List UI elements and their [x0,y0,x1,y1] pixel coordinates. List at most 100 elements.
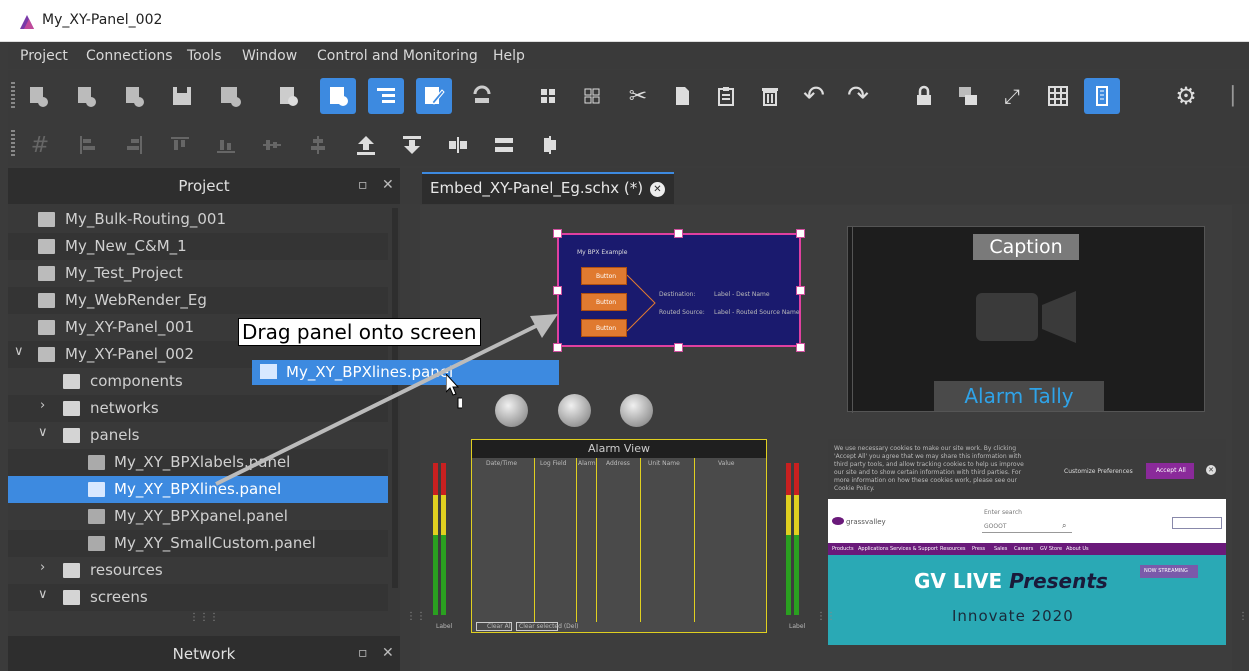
ruler-icon[interactable] [1084,78,1120,114]
chevron-down-icon[interactable]: ∨ [38,587,48,602]
lock-icon[interactable] [906,78,942,114]
center-vertical-icon[interactable] [532,127,568,163]
splitter-handle[interactable]: ⋮⋮⋮ [8,611,400,635]
copy-icon[interactable] [664,78,700,114]
small-grid-icon[interactable] [574,78,610,114]
align-bottom-icon[interactable] [208,127,244,163]
chevron-down-icon[interactable]: ∨ [14,344,24,359]
chevron-down-icon[interactable]: ∨ [38,425,48,440]
bpx-button-3[interactable]: Button [581,319,627,337]
nav-products[interactable]: Products [832,546,854,552]
delete-icon[interactable] [752,78,788,114]
bpx-panel-widget[interactable]: My BPX Example Button Button Button Dest… [557,233,801,347]
menu-window[interactable]: Window [242,48,297,64]
save-as-icon[interactable] [212,78,248,114]
align-middle-icon[interactable] [254,127,290,163]
tree-item[interactable]: My_New_C&M_1 [8,233,388,260]
save-icon[interactable] [164,78,200,114]
web-render-widget[interactable]: We use necessary cookies to make our sit… [828,439,1226,645]
nav-gv-store[interactable]: GV Store [1040,546,1062,552]
menu-tools[interactable]: Tools [187,48,222,64]
nav-applications[interactable]: Applications [858,546,889,552]
more-icon[interactable]: ▏ [1230,78,1248,114]
chevron-right-icon[interactable]: › [40,560,45,575]
grid-align-icon[interactable]: # [22,127,58,163]
resize-handle[interactable] [553,286,562,295]
resize-handle[interactable] [796,286,805,295]
settings-gear-icon[interactable]: ⚙ [1168,78,1204,114]
close-tab-icon[interactable]: ✕ [650,182,665,197]
login-button[interactable] [1172,517,1222,529]
panel-properties-icon[interactable] [320,78,356,114]
grid-toggle-icon[interactable] [1040,78,1076,114]
clear-selected-button[interactable]: Clear selected (Del) [516,622,579,631]
float-icon[interactable]: ▫ [358,177,368,193]
edit-mode-icon[interactable] [416,78,452,114]
distribute-up-icon[interactable] [348,127,384,163]
canvas-grip[interactable]: ⋮⋮ [406,611,426,622]
resize-handle[interactable] [553,229,562,238]
menu-control-monitoring[interactable]: Control and Monitoring [317,48,478,64]
resize-handle[interactable] [674,229,683,238]
tree-item[interactable]: › resources [8,557,388,584]
nav-press[interactable]: Press [972,546,985,552]
snap-icon[interactable] [950,78,986,114]
nav-resources[interactable]: Resources [940,546,966,552]
alarm-panel-icon[interactable] [270,78,306,114]
new-file-icon[interactable] [68,78,104,114]
redo-icon[interactable]: ↷ [840,78,876,114]
tree-item[interactable]: My_XY_BPXpanel.panel [8,503,388,530]
tree-item[interactable]: ∨ screens [8,584,388,611]
customize-link[interactable]: Customize Preferences [1064,468,1133,475]
align-right-icon[interactable] [116,127,152,163]
panel-file-icon [88,509,105,524]
open-project-icon[interactable] [116,78,152,114]
align-left-icon[interactable] [70,127,106,163]
video-widget[interactable]: Caption Alarm Tally [847,226,1205,413]
resize-handle[interactable] [674,343,683,352]
close-cookie-icon[interactable]: ✕ [1206,465,1216,475]
float-icon[interactable]: ▫ [358,645,368,661]
resize-handle[interactable] [796,343,805,352]
distribute-down-icon[interactable] [394,127,430,163]
toolbar-grip[interactable] [11,82,15,110]
nav-careers[interactable]: Careers [1014,546,1033,552]
clear-all-button[interactable]: Clear All [476,622,512,631]
expand-icon[interactable]: ⤢ [994,78,1030,114]
undo-icon[interactable]: ↶ [796,78,832,114]
refresh-link-icon[interactable] [464,78,500,114]
menu-project[interactable]: Project [20,48,68,64]
search-hint: Enter search [984,509,1022,516]
bpx-button-1[interactable]: Button [581,267,627,285]
canvas-grip[interactable]: ⋮⋮ [816,611,836,622]
tree-item[interactable]: My_Test_Project [8,260,388,287]
bpx-button-2[interactable]: Button [581,293,627,311]
menu-help[interactable]: Help [493,48,525,64]
chevron-right-icon[interactable]: › [40,398,45,413]
align-top-icon[interactable] [162,127,198,163]
nav-services[interactable]: Services & Support [890,546,938,552]
space-vertical-icon[interactable] [486,127,522,163]
space-horizontal-icon[interactable] [440,127,476,163]
cut-icon[interactable]: ✂ [620,78,656,114]
layout-grid-icon[interactable] [530,78,566,114]
tree-item[interactable]: My_XY_SmallCustom.panel [8,530,388,557]
search-input[interactable]: GOOOT ⌕ [982,519,1072,533]
knob-3[interactable] [620,394,653,427]
nav-about[interactable]: About Us [1066,546,1089,552]
nav-sales[interactable]: Sales [994,546,1007,552]
new-project-icon[interactable] [20,78,56,114]
tree-item[interactable]: My_Bulk-Routing_001 [8,206,388,233]
now-streaming-button[interactable]: NOW STREAMING [1140,565,1198,578]
toolbar-grip-2[interactable] [11,130,15,158]
resize-handle[interactable] [796,229,805,238]
tree-view-icon[interactable] [368,78,404,114]
menu-connections[interactable]: Connections [86,48,173,64]
align-center-icon[interactable] [300,127,336,163]
accept-all-button[interactable]: Accept All [1146,463,1194,479]
tab-embed-xy-panel[interactable]: Embed_XY-Panel_Eg.schx (*) ✕ [422,172,674,204]
paste-icon[interactable] [708,78,744,114]
canvas-grip[interactable]: ⋮⋮ [1238,611,1249,622]
close-panel-icon[interactable]: ✕ [382,645,394,661]
close-panel-icon[interactable]: ✕ [382,177,394,193]
